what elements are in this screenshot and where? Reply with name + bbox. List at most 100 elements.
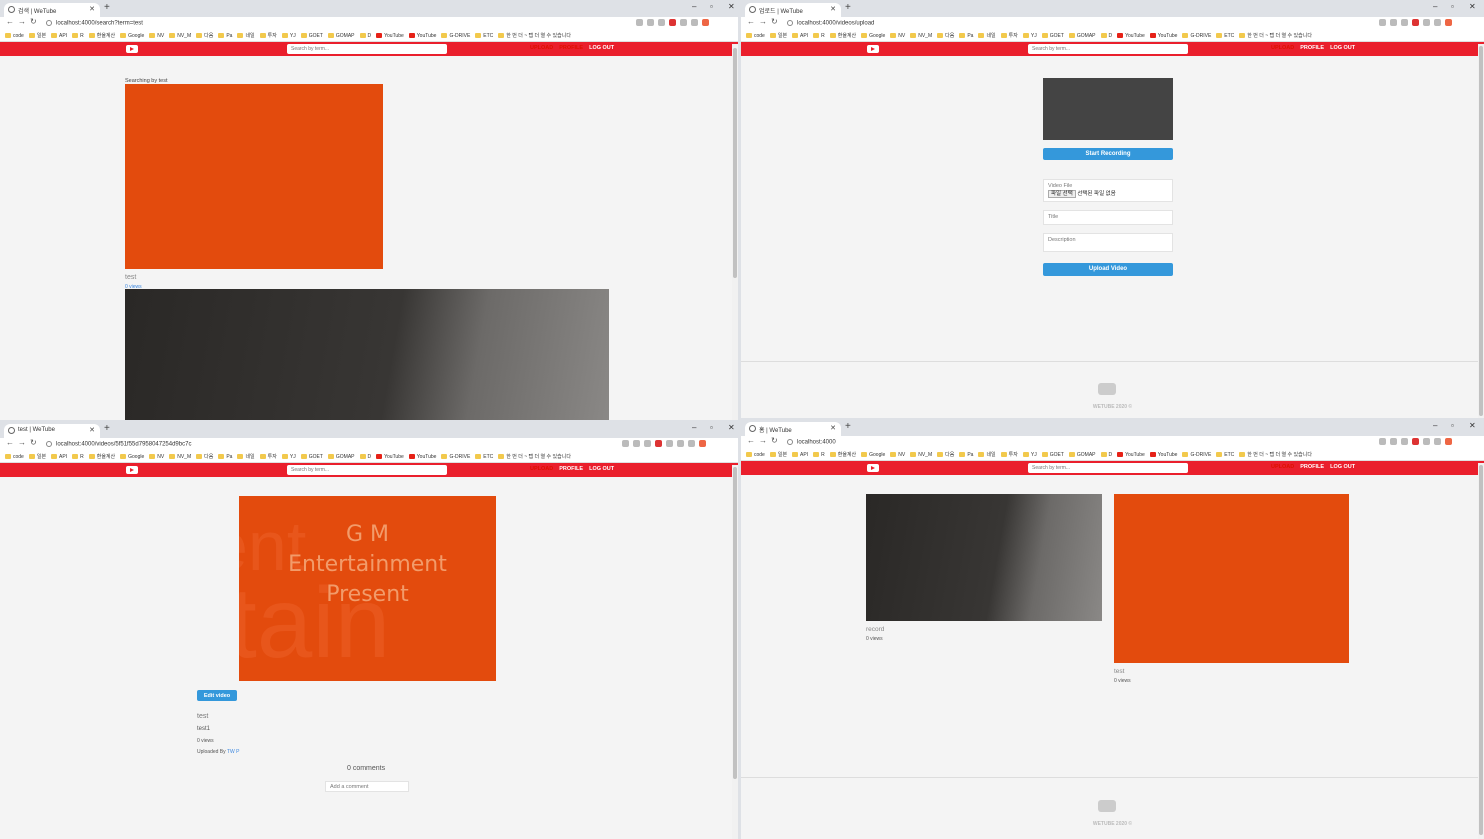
bookmark-item[interactable]: R xyxy=(72,454,84,460)
url-input[interactable]: localhost:4000/videos/upload xyxy=(783,18,1373,29)
video-title[interactable]: test xyxy=(125,274,136,281)
bookmark-item[interactable]: 다음 xyxy=(196,453,213,460)
minimize-icon[interactable]: – xyxy=(1433,2,1437,11)
upload-link[interactable]: UPLOAD xyxy=(530,466,553,472)
bookmark-item[interactable]: 투자 xyxy=(1000,451,1018,458)
scrollbar-thumb[interactable] xyxy=(1479,46,1483,416)
forward-icon[interactable]: → xyxy=(759,436,767,445)
logo-icon[interactable] xyxy=(867,464,879,472)
bookmark-item[interactable]: Pa xyxy=(218,454,232,460)
bookmark-item[interactable]: 일본 xyxy=(28,453,46,460)
bookmark-item[interactable]: 일본 xyxy=(769,32,787,39)
bookmark-item[interactable]: API xyxy=(792,452,808,458)
bookmark-item[interactable]: R xyxy=(813,33,825,39)
bookmark-item[interactable]: 다음 xyxy=(937,451,954,458)
search-input[interactable]: Search by term... xyxy=(1028,44,1188,54)
star-icon[interactable] xyxy=(622,440,629,447)
close-tab-icon[interactable]: ✕ xyxy=(89,5,95,13)
bookmark-item[interactable]: GOMAP xyxy=(327,454,355,460)
forward-icon[interactable]: → xyxy=(18,17,26,26)
video-thumbnail[interactable] xyxy=(866,494,1102,621)
new-tab-icon[interactable]: + xyxy=(104,2,110,13)
description-input[interactable]: Description xyxy=(1043,233,1173,252)
profile-icon[interactable] xyxy=(1445,438,1452,445)
bookmark-item[interactable]: YouTube xyxy=(1117,33,1145,39)
forward-icon[interactable]: → xyxy=(759,17,767,26)
logout-link[interactable]: LOG OUT xyxy=(1330,45,1355,51)
extension-icon[interactable] xyxy=(688,440,695,447)
bookmark-item[interactable]: code xyxy=(746,33,765,39)
bookmark-item[interactable]: G-DRIVE xyxy=(1182,452,1211,458)
close-window-icon[interactable]: ✕ xyxy=(1469,421,1476,430)
close-tab-icon[interactable]: ✕ xyxy=(830,424,836,432)
bookmark-item[interactable]: ETC xyxy=(1216,452,1234,458)
bookmark-item[interactable]: 환율계산 xyxy=(829,451,856,458)
bookmark-item[interactable]: GOET xyxy=(300,33,323,39)
close-window-icon[interactable]: ✕ xyxy=(728,2,735,11)
maximize-icon[interactable]: ▫ xyxy=(1451,2,1454,11)
opera-icon[interactable] xyxy=(669,19,676,26)
bookmark-item[interactable]: YouTube xyxy=(408,454,436,460)
maximize-icon[interactable]: ▫ xyxy=(1451,421,1454,430)
browser-tab[interactable]: 홈 | WeTube ✕ xyxy=(745,422,841,436)
bookmark-item[interactable]: 환율계산 xyxy=(88,32,115,39)
bookmark-item[interactable]: 다음 xyxy=(196,32,213,39)
bookmark-item[interactable]: YouTube xyxy=(408,33,436,39)
bookmark-item[interactable]: NV xyxy=(890,33,905,39)
maximize-icon[interactable]: ▫ xyxy=(710,423,713,432)
bookmark-item[interactable]: 한 번 더 ~ 탭 더 열 수 있습니다 xyxy=(1239,451,1312,458)
choose-file-button[interactable]: 파일 선택 xyxy=(1048,190,1076,198)
bookmark-item[interactable]: Google xyxy=(120,454,144,460)
bookmark-item[interactable]: Google xyxy=(861,452,885,458)
bookmark-item[interactable]: NV xyxy=(890,452,905,458)
profile-icon[interactable] xyxy=(702,19,709,26)
profile-link[interactable]: PROFILE xyxy=(559,466,583,472)
profile-icon[interactable] xyxy=(1445,19,1452,26)
back-icon[interactable]: ← xyxy=(747,17,755,26)
reload-icon[interactable]: ↻ xyxy=(771,17,778,26)
extension-icon[interactable] xyxy=(1390,19,1397,26)
opera-icon[interactable] xyxy=(1412,19,1419,26)
bookmark-item[interactable]: NV xyxy=(149,454,164,460)
bookmark-item[interactable]: 다음 xyxy=(937,32,954,39)
scrollbar[interactable] xyxy=(732,465,738,839)
profile-link[interactable]: PROFILE xyxy=(559,45,583,51)
bookmark-item[interactable]: code xyxy=(746,452,765,458)
extension-icon[interactable] xyxy=(644,440,651,447)
bookmark-item[interactable]: 환율계산 xyxy=(829,32,856,39)
url-input[interactable]: localhost:4000/search?term=test xyxy=(42,18,632,29)
upload-link[interactable]: UPLOAD xyxy=(530,45,553,51)
bookmark-item[interactable]: API xyxy=(51,33,67,39)
browser-tab[interactable]: 검색 | WeTube ✕ xyxy=(4,3,100,17)
bookmark-item[interactable]: GOMAP xyxy=(1068,33,1096,39)
upload-video-button[interactable]: Upload Video xyxy=(1043,263,1173,276)
bookmark-item[interactable]: ETC xyxy=(475,454,493,460)
close-tab-icon[interactable]: ✕ xyxy=(830,5,836,13)
upload-link[interactable]: UPLOAD xyxy=(1271,45,1294,51)
bookmark-item[interactable]: Google xyxy=(861,33,885,39)
bookmark-item[interactable]: API xyxy=(51,454,67,460)
video-thumbnail[interactable] xyxy=(1114,494,1349,663)
bookmark-item[interactable]: 투자 xyxy=(259,453,277,460)
bookmark-item[interactable]: 환율계산 xyxy=(88,453,115,460)
search-input[interactable]: Search by term... xyxy=(287,44,447,54)
reload-icon[interactable]: ↻ xyxy=(30,438,37,447)
maximize-icon[interactable]: ▫ xyxy=(710,2,713,11)
bookmark-item[interactable]: YJ xyxy=(281,33,296,39)
scrollbar[interactable] xyxy=(1478,44,1484,418)
url-input[interactable]: localhost:4000 xyxy=(783,437,1373,448)
bookmark-item[interactable]: NV xyxy=(149,33,164,39)
bookmark-item[interactable]: 일본 xyxy=(769,451,787,458)
video-title[interactable]: test xyxy=(1114,668,1124,675)
bookmark-item[interactable]: D xyxy=(1100,33,1112,39)
bookmark-item[interactable]: YouTube xyxy=(376,33,404,39)
logo-icon[interactable] xyxy=(126,45,138,53)
reload-icon[interactable]: ↻ xyxy=(30,17,37,26)
bookmark-item[interactable]: API xyxy=(792,33,808,39)
bookmark-item[interactable]: 한 번 더 ~ 탭 더 열 수 있습니다 xyxy=(498,32,571,39)
bookmark-item[interactable]: GOMAP xyxy=(327,33,355,39)
extension-icon[interactable] xyxy=(633,440,640,447)
bookmark-item[interactable]: D xyxy=(1100,452,1112,458)
search-input[interactable]: Search by term... xyxy=(1028,463,1188,473)
minimize-icon[interactable]: – xyxy=(1433,421,1437,430)
